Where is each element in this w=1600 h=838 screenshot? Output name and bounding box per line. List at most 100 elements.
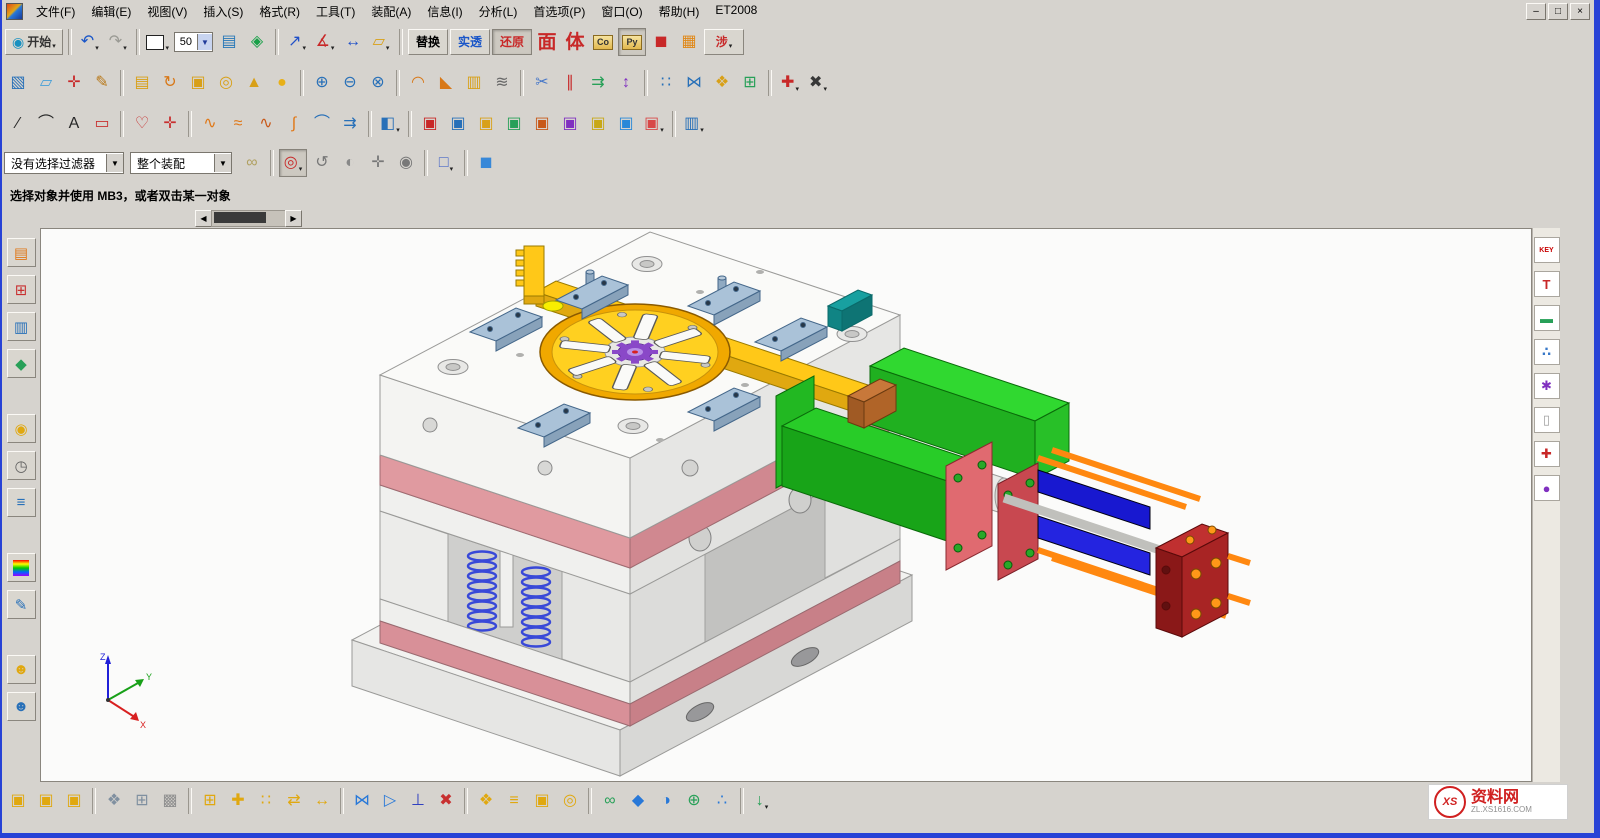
part-navigator-icon[interactable]: ▥	[7, 312, 36, 341]
show-dof-icon[interactable]: ✖	[433, 788, 459, 814]
reuse-library-icon[interactable]: ◆	[7, 349, 36, 378]
history-icon[interactable]: ◷	[7, 451, 36, 480]
smooth-spline-icon[interactable]: ∫	[281, 111, 307, 137]
key-icon[interactable]: KEY	[1534, 237, 1560, 263]
ink-bottle-icon[interactable]: ◧▾	[377, 111, 403, 137]
cone-icon[interactable]: ▲	[241, 70, 267, 96]
move-face-cube-icon[interactable]: ▣	[417, 111, 443, 137]
crosshair-tool-icon[interactable]: ✚	[1534, 441, 1560, 467]
assembly-cut-icon[interactable]: ◑	[653, 788, 679, 814]
add-component-icon[interactable]: ⊞	[197, 788, 223, 814]
dropdown-arrow-icon[interactable]: ▾	[123, 44, 127, 55]
dropdown-arrow-icon[interactable]: ▾	[331, 44, 335, 55]
work-layer-box[interactable]: 50▼	[174, 32, 213, 52]
replace-button[interactable]: 替换	[408, 29, 448, 55]
undo-icon[interactable]: ↶▾	[77, 29, 103, 55]
replace-component-icon[interactable]: ⇄	[281, 788, 307, 814]
mirror-assembly-icon[interactable]: ⋈	[349, 788, 375, 814]
dropdown-arrow-icon[interactable]: ▾	[386, 44, 390, 55]
scale-body-icon[interactable]: ↕	[613, 70, 639, 96]
copy-face-icon[interactable]: Co	[590, 29, 616, 55]
curve-line-icon[interactable]: ∕	[5, 111, 31, 137]
create-array-icon[interactable]: ∷	[253, 788, 279, 814]
layer-visible-icon[interactable]: ◈	[244, 29, 270, 55]
edge-blend-icon[interactable]: ◠	[405, 70, 431, 96]
scene-editor-icon[interactable]: ✎	[7, 590, 36, 619]
point-icon[interactable]: ✛	[157, 111, 183, 137]
dropdown-arrow-icon[interactable]: ▾	[700, 126, 704, 137]
menu-file[interactable]: 文件(F)	[28, 1, 83, 22]
menu-preferences[interactable]: 首选项(P)	[525, 1, 593, 22]
shell-icon[interactable]: ▥	[461, 70, 487, 96]
menu-tools[interactable]: 工具(T)	[308, 1, 363, 22]
sequence-playback-icon[interactable]: ↓▾	[749, 788, 775, 814]
interpart-link-icon[interactable]: ∞	[597, 788, 623, 814]
dropdown-arrow-icon[interactable]: ▾	[660, 126, 664, 137]
move-face-icon[interactable]: ✚▾	[777, 70, 803, 96]
relations-browser-icon[interactable]: ∴	[709, 788, 735, 814]
translucent-button[interactable]: 实透	[450, 29, 490, 55]
capsule-icon[interactable]: ▬	[1534, 305, 1560, 331]
unite-icon[interactable]: ⊕	[309, 70, 335, 96]
menu-insert[interactable]: 插入(S)	[195, 1, 251, 22]
dropdown-arrow-icon[interactable]: ▾	[165, 44, 169, 55]
rectangle-icon[interactable]: ▭	[89, 111, 115, 137]
studio-spline-icon[interactable]: ∿	[197, 111, 223, 137]
split-body-icon[interactable]: ∥	[557, 70, 583, 96]
select-rectangle-icon[interactable]: □▾	[433, 150, 459, 176]
datum-csys-icon[interactable]: ✛	[61, 70, 87, 96]
template-icon[interactable]: T	[1534, 271, 1560, 297]
beaker-icon[interactable]: ▯	[1534, 407, 1560, 433]
check-clearance-icon[interactable]: ⊞	[129, 788, 155, 814]
restore-button[interactable]: □	[1548, 3, 1568, 20]
link-chain-icon[interactable]: ∞	[239, 150, 265, 176]
chevron-down-icon[interactable]: ▼	[106, 154, 123, 172]
measure-distance-icon[interactable]: ↔	[340, 29, 366, 55]
web-browser-icon[interactable]: ◉	[7, 414, 36, 443]
constraint-navigator-icon[interactable]: ⊞	[7, 275, 36, 304]
pattern-face-icon[interactable]: ▣▾	[641, 111, 667, 137]
chevron-down-icon[interactable]: ▼	[214, 154, 231, 172]
curve-arc-icon[interactable]: ⌒	[33, 111, 59, 137]
palette-icon[interactable]	[7, 553, 36, 582]
menu-analysis[interactable]: 分析(L)	[471, 1, 526, 22]
dropdown-arrow-icon[interactable]: ▾	[95, 44, 99, 55]
fit-spline-icon[interactable]: ≈	[225, 111, 251, 137]
scroll-left-button[interactable]: ◀	[195, 210, 212, 227]
ruler-icon[interactable]: ▱▾	[368, 29, 394, 55]
move-component-icon[interactable]: ↔	[309, 788, 335, 814]
menu-window[interactable]: 窗口(O)	[593, 1, 650, 22]
start-button[interactable]: ◉开始▾	[5, 29, 63, 55]
body-button[interactable]: 体	[562, 29, 588, 55]
sketch-icon[interactable]: ✎	[89, 70, 115, 96]
cylinder-icon[interactable]: ◎	[213, 70, 239, 96]
restore-button[interactable]: 还原	[492, 29, 532, 55]
color-swatch[interactable]: ▾	[145, 29, 171, 55]
model-canvas[interactable]: Z Y X	[41, 229, 1531, 781]
revolve-icon[interactable]: ↻	[157, 70, 183, 96]
menu-view[interactable]: 视图(V)	[139, 1, 195, 22]
new-component-icon[interactable]: ✚	[225, 788, 251, 814]
measure-angle-icon[interactable]: ∡▾	[312, 29, 338, 55]
process-studio-icon[interactable]: ≡	[7, 488, 36, 517]
selection-filter-combo[interactable]: 没有选择过滤器 ▼	[4, 152, 124, 174]
chamfer-icon[interactable]: ◣	[433, 70, 459, 96]
sphere-tool-icon[interactable]: ●	[1534, 475, 1560, 501]
dropdown-arrow-icon[interactable]: ▾	[765, 803, 769, 814]
layer-settings-icon[interactable]: ▤	[216, 29, 242, 55]
redo-icon[interactable]: ↷▾	[105, 29, 131, 55]
dropdown-arrow-icon[interactable]: ▾	[729, 42, 733, 53]
delete-face-icon[interactable]: ▣	[557, 111, 583, 137]
dropdown-arrow-icon[interactable]: ▾	[299, 165, 303, 176]
text-icon[interactable]: A	[61, 111, 87, 137]
extrude-icon[interactable]: ▤	[129, 70, 155, 96]
offset-curve-icon[interactable]: ⇉	[337, 111, 363, 137]
dropdown-arrow-icon[interactable]: ▾	[823, 85, 827, 96]
bridge-curve-icon[interactable]: ⌒	[309, 111, 335, 137]
spheres-icon[interactable]: ∴	[1534, 339, 1560, 365]
datum-plane-icon[interactable]: ▱	[33, 70, 59, 96]
zoom-view-icon[interactable]: ◉	[393, 150, 419, 176]
subtract-icon[interactable]: ⊖	[337, 70, 363, 96]
dropdown-arrow-icon[interactable]: ▾	[52, 42, 56, 53]
component-group-icon[interactable]: ❖	[101, 788, 127, 814]
